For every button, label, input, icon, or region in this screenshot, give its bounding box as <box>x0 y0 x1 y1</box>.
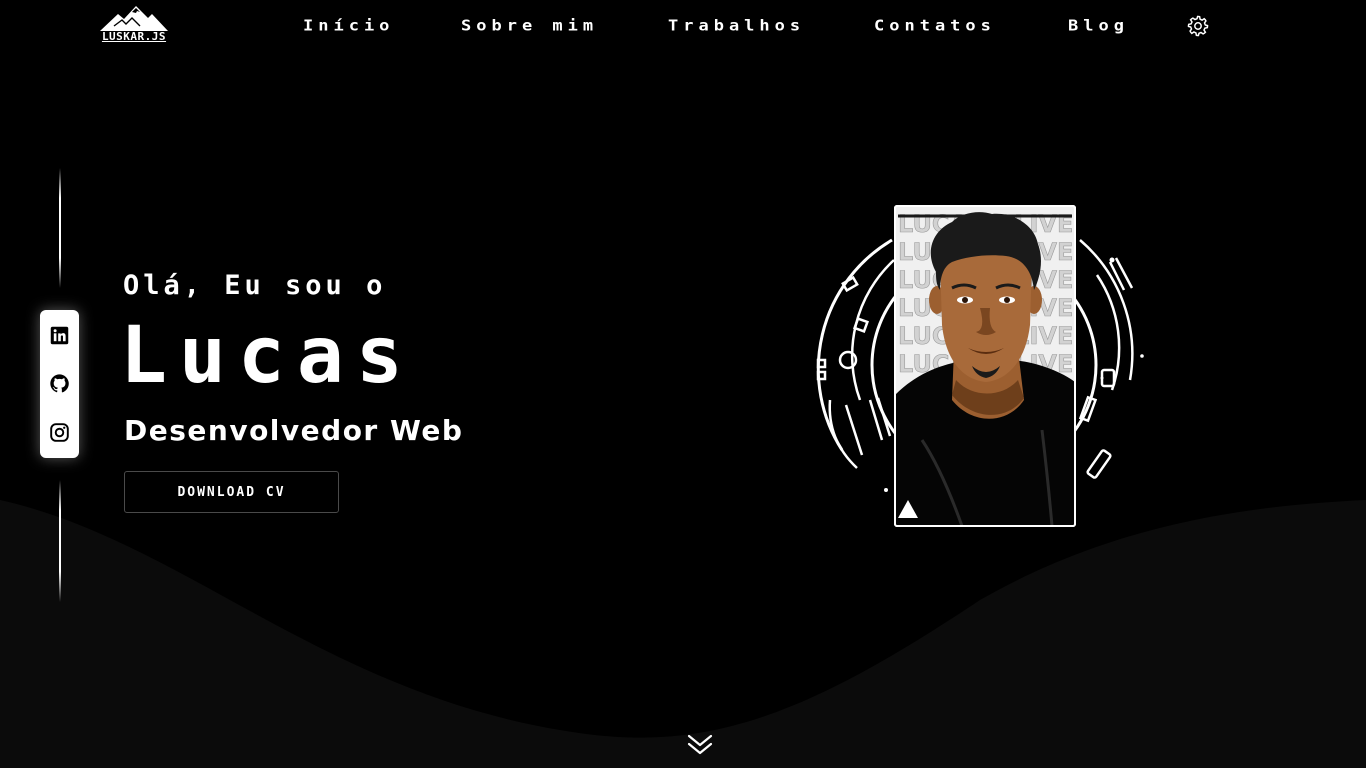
sidebar-line-bottom <box>59 480 61 602</box>
github-icon[interactable] <box>49 373 70 394</box>
nav-item-inicio[interactable]: Início <box>303 17 394 35</box>
portrait-illustration: LUCAS OLIVEIRA LUCAS OLIVEIRA LUCAS OLIV… <box>816 205 1144 527</box>
nav-item-sobre-mim[interactable]: Sobre mim <box>461 17 598 35</box>
sidebar-line-top <box>59 168 61 288</box>
hero-name: Lucas <box>120 311 415 401</box>
nav-item-contatos[interactable]: Contatos <box>874 17 996 35</box>
instagram-icon[interactable] <box>49 422 70 443</box>
header: LUSKAR.JS Início Sobre mim Trabalhos Con… <box>0 0 1366 60</box>
page: LUSKAR.JS Início Sobre mim Trabalhos Con… <box>0 0 1366 768</box>
nav-item-blog[interactable]: Blog <box>1068 17 1129 35</box>
logo[interactable]: LUSKAR.JS <box>96 4 172 48</box>
hero-greeting: Olá, Eu sou o <box>123 270 387 301</box>
mountain-icon <box>100 6 168 31</box>
hero-role: Desenvolvedor Web <box>124 414 464 447</box>
social-sidebar <box>40 310 79 458</box>
gear-icon[interactable] <box>1186 14 1210 38</box>
logo-text: LUSKAR.JS <box>101 30 167 43</box>
nav-item-trabalhos[interactable]: Trabalhos <box>668 17 805 35</box>
linkedin-icon[interactable] <box>49 325 70 346</box>
download-cv-button[interactable]: DOWNLOAD CV <box>124 471 339 513</box>
double-chevron-down-icon[interactable] <box>686 732 714 758</box>
